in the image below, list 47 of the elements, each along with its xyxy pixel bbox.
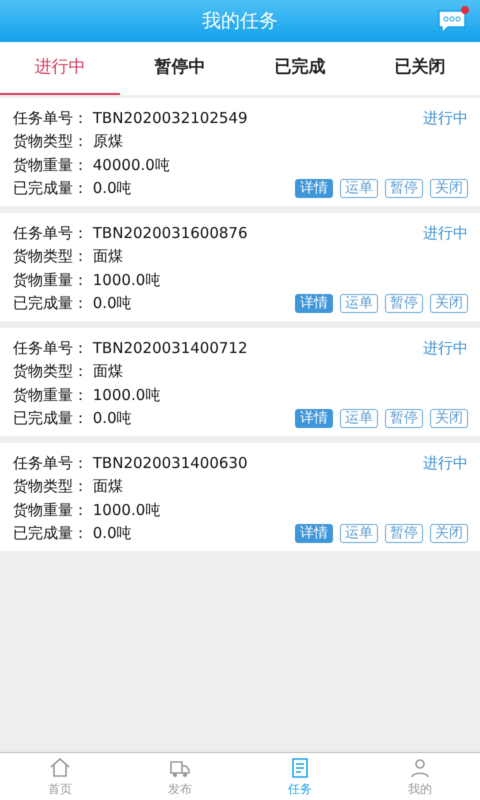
field-text: 任务单号： TBN2020031600876	[13, 222, 248, 244]
tab[interactable]: 暂停中	[120, 42, 240, 95]
action-button[interactable]: 运单	[340, 408, 378, 428]
action-button[interactable]: 关闭	[430, 294, 468, 313]
action-button[interactable]: 详情	[295, 178, 333, 198]
field-text: 货物类型： 面煤	[13, 361, 123, 382]
field-text: 货物类型： 原煤	[13, 131, 123, 152]
field-text: 货物类型： 面煤	[13, 246, 123, 267]
field-text: 已完成量： 0.0吨	[13, 523, 132, 544]
action-button[interactable]: 详情	[295, 408, 333, 428]
action-button[interactable]: 暂停	[385, 408, 423, 428]
action-button[interactable]: 暂停	[385, 294, 423, 313]
nav-item[interactable]: 我的	[360, 753, 480, 800]
status-text: 进行中	[423, 108, 468, 128]
field-text: 货物重量： 1000.0吨	[13, 500, 160, 520]
field-text: 任务单号： TBN2020031400630	[13, 452, 248, 474]
tab[interactable]: 已关闭	[360, 42, 480, 95]
action-button[interactable]: 详情	[295, 294, 333, 313]
nav-item[interactable]: 发布	[120, 753, 240, 800]
status-text: 进行中	[423, 222, 468, 244]
action-button[interactable]: 运单	[340, 178, 378, 198]
action-button[interactable]: 关闭	[430, 178, 468, 198]
action-button[interactable]: 暂停	[385, 178, 423, 198]
status-text: 进行中	[423, 452, 468, 474]
field-text: 任务单号： TBN2020031400712	[13, 338, 248, 358]
nav-item[interactable]: 首页	[0, 753, 120, 800]
message-icon[interactable]	[436, 5, 470, 35]
action-button[interactable]: 关闭	[430, 408, 468, 428]
field-text: 已完成量： 0.0吨	[13, 408, 132, 429]
action-button[interactable]: 暂停	[385, 524, 423, 543]
tab[interactable]: 进行中	[0, 42, 120, 95]
action-button[interactable]: 详情	[295, 524, 333, 543]
screen-title: 我的任务	[202, 8, 278, 34]
status-text: 进行中	[423, 338, 468, 358]
home-icon	[48, 756, 72, 780]
action-button[interactable]: 关闭	[430, 524, 468, 543]
action-button[interactable]: 运单	[340, 524, 378, 543]
nav-item[interactable]: 任务	[240, 753, 360, 800]
field-text: 已完成量： 0.0吨	[13, 293, 132, 314]
field-text: 货物重量： 1000.0吨	[13, 384, 160, 406]
field-text: 任务单号： TBN2020032102549	[13, 108, 248, 128]
action-button[interactable]: 运单	[340, 294, 378, 313]
field-text: 已完成量： 0.0吨	[13, 178, 132, 199]
field-text: 货物重量： 1000.0吨	[13, 270, 160, 290]
tab[interactable]: 已完成	[240, 42, 360, 95]
field-text: 货物重量： 40000.0吨	[13, 154, 170, 176]
field-text: 货物类型： 面煤	[13, 476, 123, 497]
